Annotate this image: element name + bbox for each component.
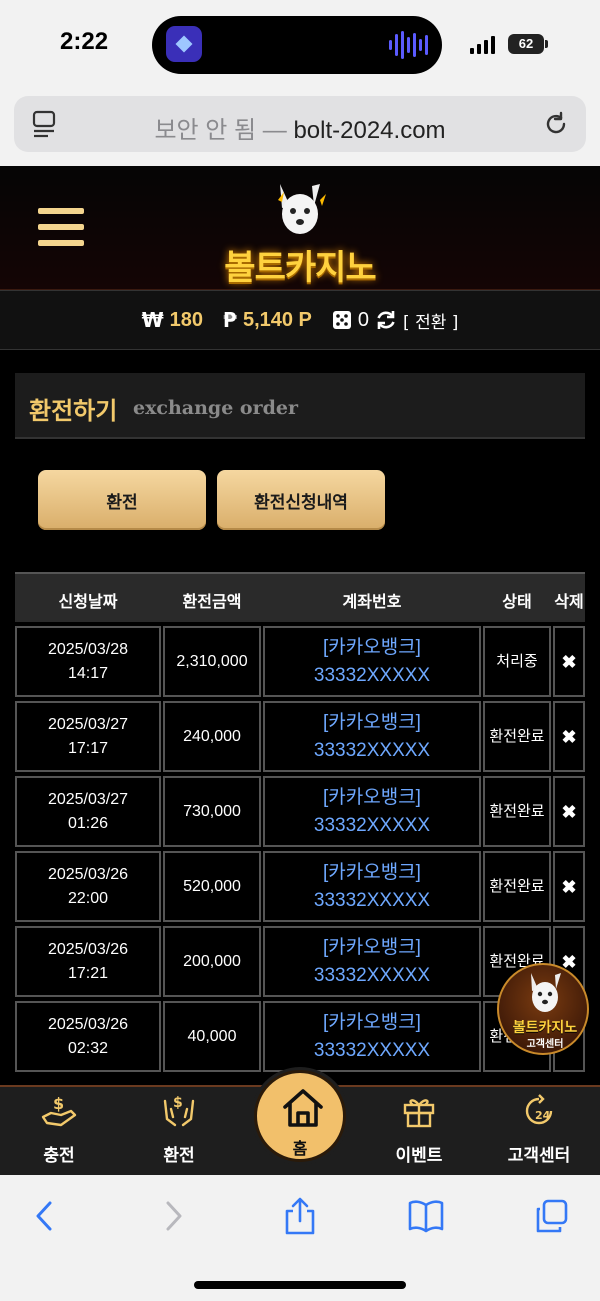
- point-balance: 5,140 P: [242, 308, 312, 331]
- url-text: 보안 안 됨 — bolt-2024.com: [14, 110, 586, 145]
- date-cell: 2025/03/26 17:21: [15, 926, 161, 997]
- amount-cell: 200,000: [163, 926, 261, 997]
- back-icon[interactable]: [26, 1197, 62, 1235]
- nav-support[interactable]: 24 고객센터: [494, 1093, 584, 1166]
- gift-icon: [403, 1099, 435, 1128]
- dog-mascot-icon: [531, 973, 561, 1012]
- bookmarks-icon[interactable]: [408, 1197, 444, 1235]
- nav-exchange[interactable]: $ 환전: [134, 1093, 224, 1166]
- svg-text:$: $: [53, 1094, 64, 1113]
- dice-balance: 0: [357, 308, 370, 331]
- amount-cell: 40,000: [163, 1001, 261, 1072]
- browser-address-area: 보안 안 됨 — bolt-2024.com: [0, 90, 600, 166]
- nav-home-label: 홈: [292, 1139, 308, 1158]
- svg-text:$: $: [173, 1095, 183, 1111]
- signal-icon: [470, 36, 495, 54]
- account-cell: [카카오뱅크] 33332XXXXX: [263, 1001, 481, 1072]
- date-cell: 2025/03/28 14:17: [15, 626, 161, 697]
- nav-event[interactable]: 이벤트: [374, 1093, 464, 1166]
- date-cell: 2025/03/27 17:17: [15, 701, 161, 772]
- table-header: 신청날짜 환전금액 계좌번호 상태 삭제: [15, 572, 585, 622]
- support-24-icon: 24: [525, 1094, 553, 1125]
- header-amount: 환전금액: [182, 592, 242, 611]
- support-label: 고객센터: [526, 1039, 564, 1050]
- exchange-button[interactable]: 환전: [38, 470, 206, 530]
- nav-event-label: 이벤트: [395, 1146, 443, 1166]
- floating-support-button[interactable]: 볼트카지노 고객센터: [497, 963, 589, 1055]
- logo-text: 볼트카지노: [224, 248, 376, 288]
- tabs-icon[interactable]: [534, 1197, 570, 1235]
- reload-icon[interactable]: [542, 110, 570, 138]
- dice-icon: [332, 311, 351, 329]
- support-logo-text: 볼트카지노: [512, 1020, 578, 1036]
- status-cell: 처리중: [483, 626, 551, 697]
- delete-icon[interactable]: ✖: [553, 701, 585, 772]
- nav-charge-label: 충전: [43, 1146, 75, 1166]
- home-icon: [283, 1089, 323, 1127]
- forward-icon[interactable]: [156, 1197, 192, 1235]
- exchange-history-button[interactable]: 환전신청내역: [217, 470, 385, 530]
- panel-header: 환전하기 exchange order: [15, 373, 585, 439]
- account-cell: [카카오뱅크] 33332XXXXX: [263, 776, 481, 847]
- svg-text:24: 24: [535, 1109, 551, 1122]
- nav-charge[interactable]: $ 충전: [14, 1093, 104, 1166]
- account-cell: [카카오뱅크] 33332XXXXX: [263, 926, 481, 997]
- account-cell: [카카오뱅크] 33332XXXXX: [263, 626, 481, 697]
- site-logo[interactable]: 볼트카지노: [200, 172, 400, 288]
- status-cell: 환전완료: [483, 701, 551, 772]
- account-cell: [카카오뱅크] 33332XXXXX: [263, 851, 481, 922]
- address-bar[interactable]: 보안 안 됨 — bolt-2024.com: [14, 96, 586, 152]
- delete-icon[interactable]: ✖: [553, 851, 585, 922]
- page-subtitle: exchange order: [133, 397, 298, 419]
- table-row: 2025/03/27 01:26 730,000 [카카오뱅크] 33332XXXX…: [15, 774, 585, 849]
- status-bar: 2:22 62: [0, 0, 600, 90]
- money-hand-icon: $: [41, 1094, 77, 1127]
- delete-icon[interactable]: ✖: [553, 626, 585, 697]
- amount-cell: 520,000: [163, 851, 261, 922]
- won-balance: 180: [169, 308, 204, 331]
- date-cell: 2025/03/26 22:00: [15, 851, 161, 922]
- dog-mascot-icon: [278, 184, 326, 234]
- share-icon[interactable]: [282, 1197, 318, 1235]
- hamburger-menu-icon[interactable]: [38, 208, 84, 246]
- amount-cell: 2,310,000: [163, 626, 261, 697]
- home-indicator: [194, 1281, 406, 1289]
- hands-money-icon: $: [163, 1095, 195, 1127]
- status-cell: 환전완료: [483, 851, 551, 922]
- status-cell: 환전완료: [483, 776, 551, 847]
- nav-home-button[interactable]: 홈: [254, 1070, 346, 1162]
- header-delete: 삭제: [554, 592, 584, 611]
- insecure-label: 보안 안 됨 —: [154, 117, 287, 144]
- table-row: 2025/03/27 17:17 240,000 [카카오뱅크] 33332XXXX…: [15, 699, 585, 774]
- site-header: 볼트카지노: [0, 166, 600, 290]
- amount-cell: 730,000: [163, 776, 261, 847]
- amount-cell: 240,000: [163, 701, 261, 772]
- browser-toolbar: [0, 1175, 600, 1301]
- page-title: 환전하기: [29, 397, 118, 425]
- table-row: 2025/03/26 17:21 200,000 [카카오뱅크] 33332XXXX…: [15, 924, 585, 999]
- convert-link[interactable]: [ 전환 ]: [403, 308, 458, 333]
- table-row: 2025/03/26 22:00 520,000 [카카오뱅크] 33332XXXX…: [15, 849, 585, 924]
- header-date: 신청날짜: [58, 592, 118, 611]
- point-symbol: ₱: [223, 308, 237, 332]
- status-time: 2:22: [60, 28, 109, 55]
- header-status: 상태: [502, 592, 532, 611]
- url-domain: bolt-2024.com: [293, 117, 446, 144]
- battery-indicator: 62: [508, 34, 548, 54]
- nav-exchange-label: 환전: [163, 1146, 195, 1166]
- balance-bar: ₩ 180 ₱ 5,140 P 0 [ 전환 ]: [0, 290, 600, 350]
- refresh-icon[interactable]: [375, 309, 397, 331]
- audio-wave-icon: [389, 30, 428, 60]
- nav-support-label: 고객센터: [507, 1146, 571, 1166]
- account-cell: [카카오뱅크] 33332XXXXX: [263, 701, 481, 772]
- date-cell: 2025/03/27 01:26: [15, 776, 161, 847]
- delete-icon[interactable]: ✖: [553, 776, 585, 847]
- won-symbol: ₩: [141, 308, 164, 332]
- table-row: 2025/03/28 14:17 2,310,000 [카카오뱅크] 33332XX…: [15, 624, 585, 699]
- dynamic-island: [152, 16, 442, 74]
- app-icon: [166, 26, 202, 62]
- date-cell: 2025/03/26 02:32: [15, 1001, 161, 1072]
- header-account: 계좌번호: [342, 592, 402, 611]
